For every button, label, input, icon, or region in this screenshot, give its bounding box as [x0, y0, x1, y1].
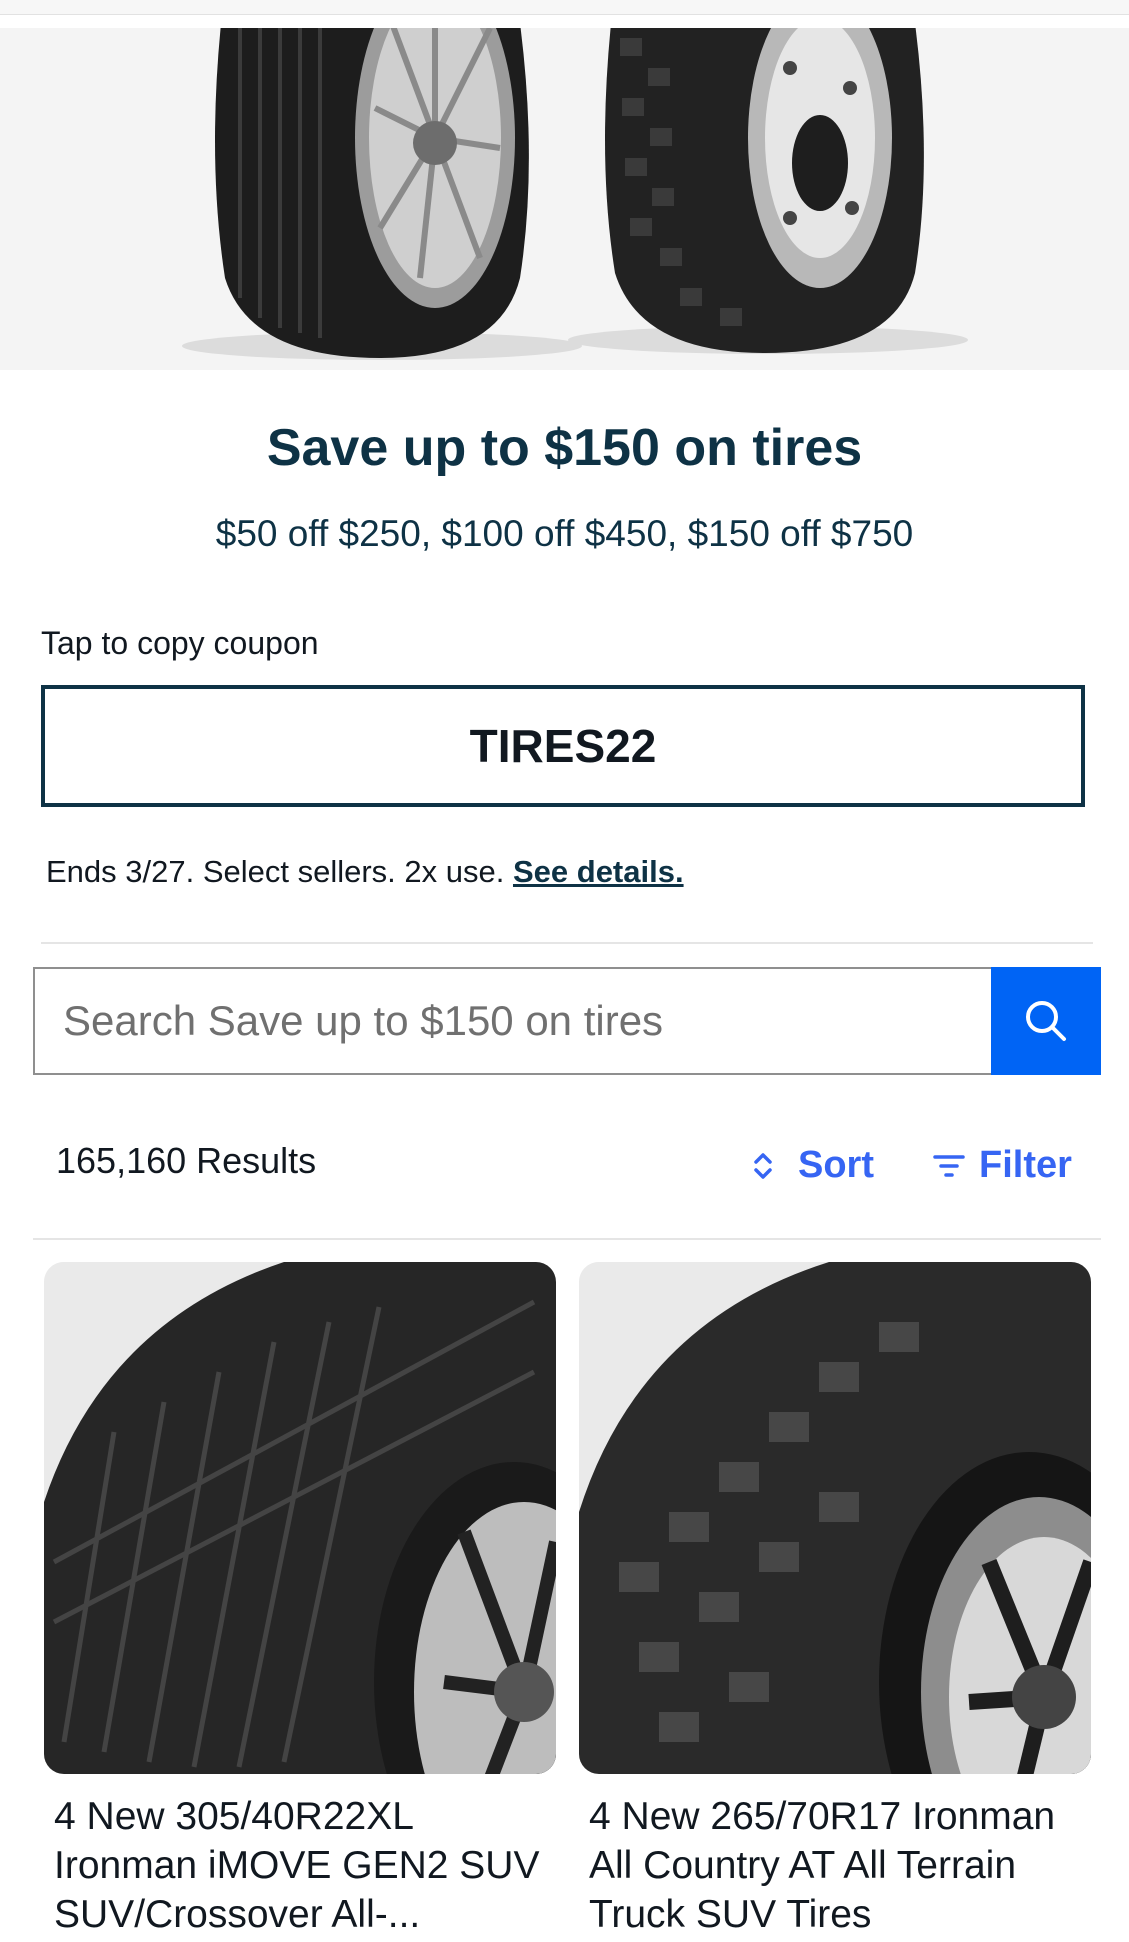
see-details-link[interactable]: See details. — [513, 854, 684, 889]
coupon-terms-line: Ends 3/27. Select sellers. 2x use. See d… — [46, 854, 684, 890]
sort-icon — [754, 1152, 772, 1179]
search-input[interactable] — [33, 967, 993, 1075]
promo-title: Save up to $150 on tires — [266, 419, 863, 477]
filter-label: Filter — [979, 1144, 1072, 1186]
coupon-terms: Ends 3/27. Select sellers. 2x use. — [46, 854, 505, 889]
coupon-code-button[interactable]: TIRES22 — [41, 685, 1085, 807]
search-bar — [33, 967, 1101, 1075]
sort-button[interactable]: Sort — [752, 1144, 874, 1187]
tire-left-image — [215, 28, 529, 358]
hero-banner-image — [0, 28, 1129, 370]
listing-image[interactable] — [44, 1262, 556, 1774]
top-browser-edge — [0, 0, 1129, 15]
coupon-label: Tap to copy coupon — [41, 625, 319, 661]
search-icon — [1026, 1001, 1066, 1041]
divider — [33, 1238, 1101, 1240]
divider — [41, 942, 1093, 944]
listing-image[interactable] — [579, 1262, 1091, 1774]
results-count: 165,160 Results — [56, 1140, 317, 1181]
coupon-code: TIRES22 — [469, 720, 657, 772]
search-button[interactable] — [991, 967, 1101, 1075]
promo-subtitle: $50 off $250, $100 off $450, $150 off $7… — [215, 513, 914, 554]
sort-label: Sort — [798, 1144, 874, 1186]
listing-card[interactable]: 4 New 265/70R17 Ironman All Country AT A… — [579, 1262, 1091, 1942]
listing-card[interactable]: 4 New 305/40R22XL Ironman iMOVE GEN2 SUV… — [44, 1262, 556, 1942]
filter-button[interactable]: Filter — [933, 1144, 1072, 1187]
filter-icon — [933, 1154, 965, 1177]
tire-right-image — [605, 28, 924, 353]
